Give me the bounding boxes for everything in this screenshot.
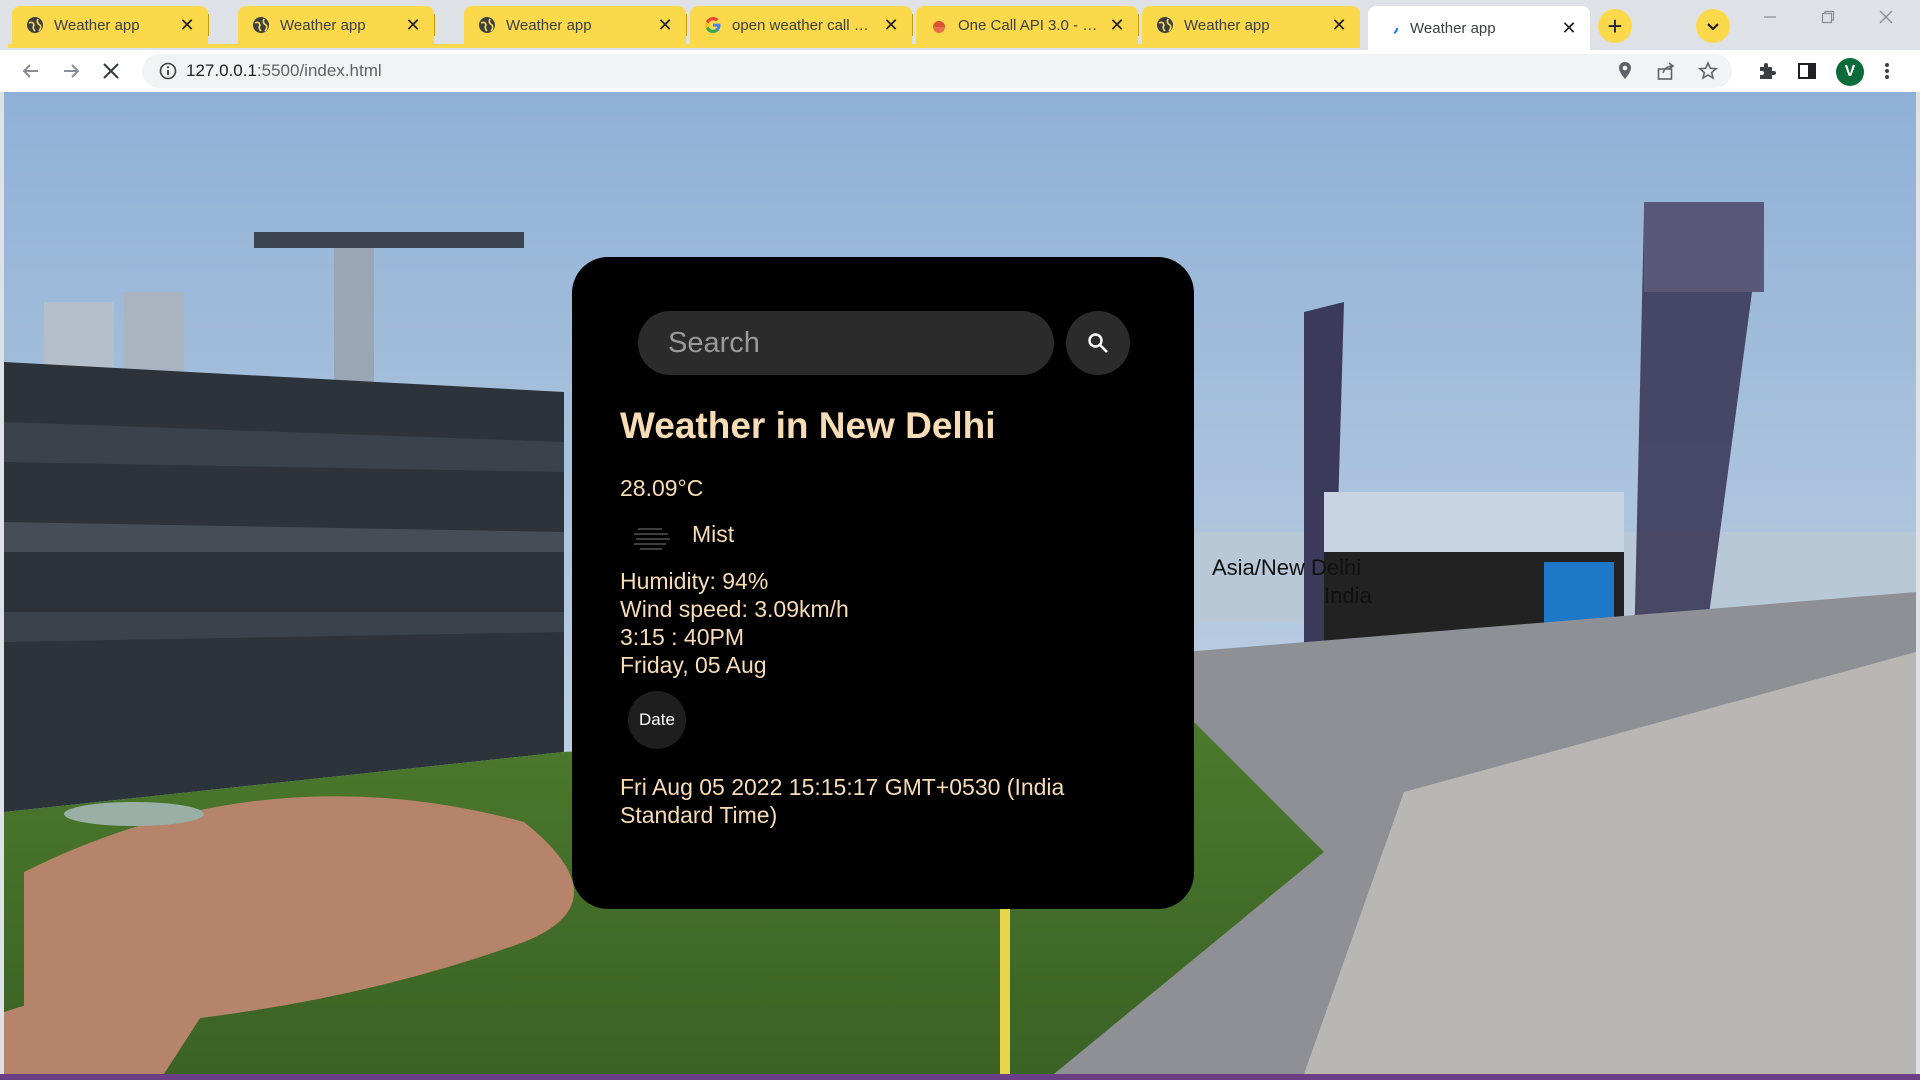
tab-title: open weather call api [732, 16, 872, 34]
url-host: 127.0.0.1 [186, 61, 257, 80]
omnibox-actions [1616, 54, 1718, 88]
search-input[interactable] [638, 311, 1054, 375]
google-icon [704, 16, 722, 34]
close-tab-icon[interactable]: ✕ [656, 15, 674, 36]
close-tab-icon[interactable]: ✕ [882, 15, 900, 36]
restore-button[interactable] [1800, 0, 1856, 34]
new-tab-button[interactable]: + [1598, 9, 1632, 43]
tab-title: Weather app [1184, 16, 1270, 34]
timezone-country: India [1324, 583, 1372, 608]
share-icon[interactable] [1656, 61, 1676, 81]
stop-loading-button[interactable] [96, 56, 126, 86]
close-tab-icon[interactable]: ✕ [1108, 15, 1126, 36]
close-tab-icon[interactable]: ✕ [1330, 15, 1348, 36]
tab-weather-app-1[interactable]: Weather app ✕ [12, 6, 209, 44]
address-bar[interactable]: 127.0.0.1:5500/index.html [142, 54, 1732, 88]
tab-title: One Call API 3.0 - Op [958, 16, 1098, 34]
tab-title: Weather app [54, 16, 140, 34]
close-tab-icon[interactable]: ✕ [178, 15, 196, 36]
tab-group-underline [8, 44, 1360, 48]
date-button[interactable]: Date [628, 691, 686, 749]
url-text: 127.0.0.1:5500/index.html [186, 61, 382, 81]
tab-separator [686, 14, 687, 36]
side-panel-icon[interactable] [1794, 58, 1820, 84]
search-button[interactable] [1066, 311, 1130, 375]
openweather-icon [930, 16, 948, 34]
tab-separator [208, 14, 209, 36]
globe-icon [252, 16, 270, 34]
loading-icon [1382, 19, 1400, 37]
close-icon [103, 63, 119, 79]
timezone-info: Asia/New Delhi India [1212, 554, 1372, 610]
tab-separator [434, 14, 435, 36]
tab-title: Weather app [1410, 19, 1496, 37]
globe-icon [26, 16, 44, 34]
tab-strip: Weather app ✕ Weather app ✕ Weather app … [0, 0, 1920, 50]
current-time: 3:15 : 40PM [620, 624, 745, 650]
forward-button[interactable] [56, 56, 86, 86]
close-tab-icon[interactable]: ✕ [404, 15, 422, 36]
tab-weather-app-active[interactable]: Weather app ✕ [1368, 6, 1590, 50]
profile-avatar[interactable]: V [1836, 58, 1864, 86]
city-title: Weather in New Delhi [620, 405, 996, 446]
tab-weather-app-3[interactable]: Weather app ✕ [464, 6, 687, 44]
tab-weather-app-2[interactable]: Weather app ✕ [238, 6, 435, 44]
minimize-icon [1764, 16, 1776, 18]
wind-speed: Wind speed: 3.09km/h [620, 596, 849, 622]
tab-open-weather-search[interactable]: open weather call api ✕ [690, 6, 913, 44]
close-window-button[interactable] [1858, 0, 1914, 34]
humidity: Humidity: 94% [620, 568, 769, 594]
tab-title: Weather app [280, 16, 366, 34]
globe-icon [478, 16, 496, 34]
full-date-string: Fri Aug 05 2022 15:15:17 GMT+0530 (India… [620, 774, 1065, 828]
weather-description: Mist [692, 521, 735, 547]
search-icon [1088, 333, 1108, 353]
info-icon[interactable] [150, 62, 186, 80]
tab-separator [912, 14, 913, 36]
tab-search-button[interactable] [1696, 9, 1730, 43]
more-menu-icon[interactable] [1874, 58, 1900, 84]
weather-details: Humidity: 94% Wind speed: 3.09km/h 3:15 … [620, 567, 849, 679]
tab-weather-app-4[interactable]: Weather app ✕ [1142, 6, 1360, 44]
timezone-name: Asia/New Delhi [1212, 555, 1362, 580]
location-pin-icon[interactable] [1616, 61, 1634, 81]
page-viewport: Weather in New Delhi 28.09°C Mist Humidi… [4, 92, 1916, 1074]
tab-title: Weather app [506, 16, 592, 34]
search-bar [638, 311, 1130, 375]
window-bottom-border [0, 1074, 1920, 1080]
mist-icon [634, 528, 670, 550]
restore-icon [1821, 10, 1835, 24]
back-button[interactable] [16, 56, 46, 86]
minimize-button[interactable] [1742, 0, 1798, 34]
globe-icon [1156, 16, 1174, 34]
weather-card: Weather in New Delhi 28.09°C Mist Humidi… [572, 257, 1194, 909]
arrow-left-icon [22, 64, 38, 78]
tab-separator [1138, 14, 1139, 36]
url-path: :5500/index.html [256, 61, 382, 80]
tab-one-call-api[interactable]: One Call API 3.0 - Op ✕ [916, 6, 1139, 44]
chevron-down-icon [1707, 23, 1719, 31]
current-date: Friday, 05 Aug [620, 652, 767, 678]
arrow-right-icon [64, 64, 80, 78]
extensions-puzzle-icon[interactable] [1754, 58, 1780, 84]
bookmark-star-icon[interactable] [1698, 61, 1718, 81]
temperature: 28.09°C [620, 475, 704, 501]
browser-toolbar: 127.0.0.1:5500/index.html V [0, 50, 1920, 92]
close-tab-icon[interactable]: ✕ [1560, 18, 1578, 39]
close-icon [1879, 10, 1893, 24]
